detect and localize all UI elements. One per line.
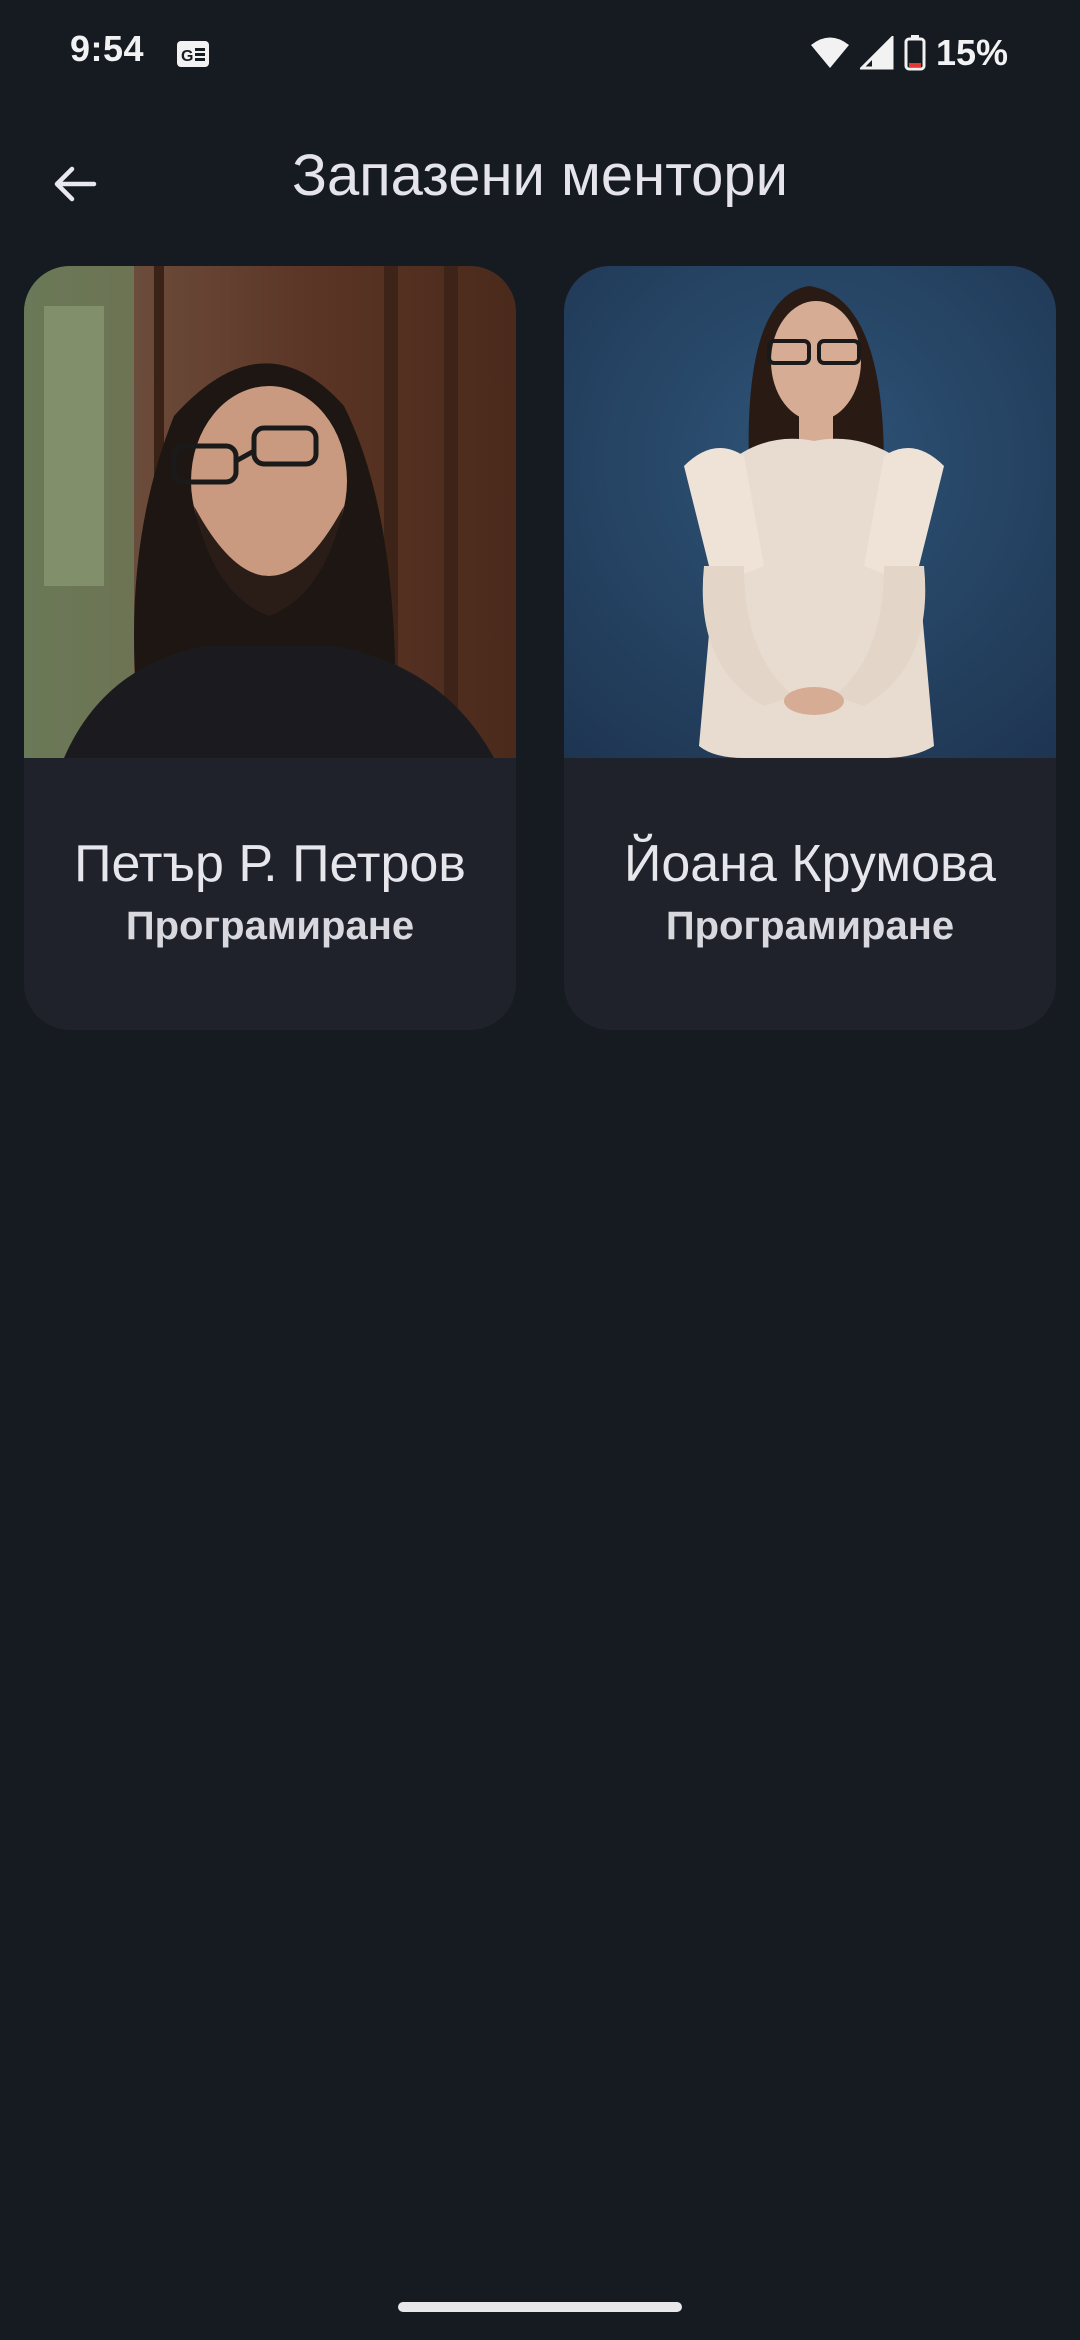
page-title: Запазени ментори [291,143,789,208]
mentor-card[interactable]: Петър Р. Петров Програмиране [24,266,516,1030]
saved-mentors-grid: Петър Р. Петров Програмиране Йоана Крумо… [24,266,1056,1030]
battery-icon [904,35,926,71]
mentor-field: Програмиране [125,904,415,948]
cell-signal-icon [859,36,894,70]
mentor-photo [564,266,1056,758]
home-indicator[interactable] [398,2302,682,2312]
status-icons: 15% [810,30,1008,76]
status-bar: 9:54 G 15% [0,0,1080,110]
battery-percent: 15% [935,32,1008,73]
app-bar: Запазени ментори [0,130,1080,230]
notification-icon: G [177,41,209,67]
mentor-card[interactable]: Йоана Крумова Програмиране [564,266,1056,1030]
mentor-photo [24,266,516,758]
wifi-icon [810,37,849,68]
mentor-name: Йоана Крумова [624,835,996,893]
mentor-field: Програмиране [665,904,955,948]
svg-text:G: G [181,48,193,65]
mentor-name: Петър Р. Петров [74,835,466,893]
status-time: 9:54 [70,28,145,69]
